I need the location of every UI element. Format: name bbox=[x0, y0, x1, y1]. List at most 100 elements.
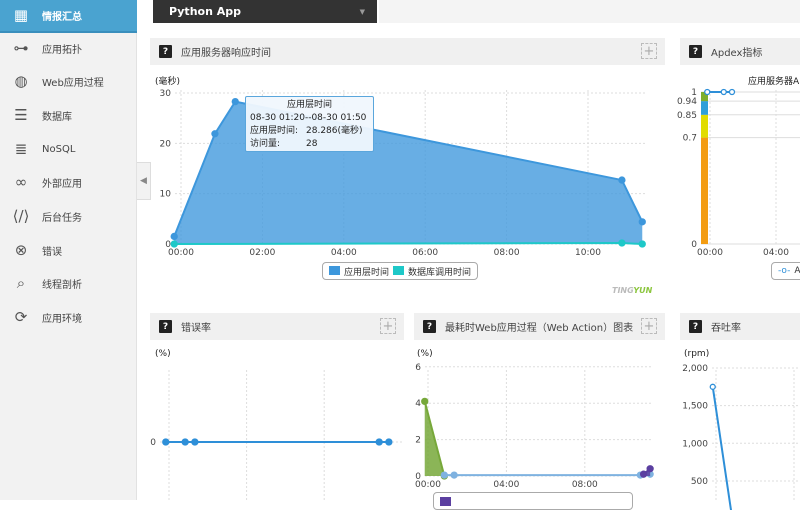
web-action-legend bbox=[433, 492, 633, 510]
tingyun-logo: TINGYUN bbox=[612, 286, 653, 295]
add-icon[interactable]: + bbox=[641, 43, 657, 59]
sidebar-item-label: 后台任务 bbox=[42, 213, 82, 224]
y-tick-label: 0.85 bbox=[677, 111, 697, 121]
data-point bbox=[162, 438, 170, 446]
apdex-band bbox=[701, 114, 708, 138]
sidebar-item-6[interactable]: ⟨/⟩ 后台任务 bbox=[0, 200, 137, 233]
link-icon: ∞ bbox=[14, 173, 28, 191]
thread-search-icon: ⌕ bbox=[16, 274, 26, 292]
data-point bbox=[191, 438, 199, 446]
response-legend: 应用层时间 数据库调用时间 bbox=[322, 262, 479, 280]
data-point bbox=[211, 130, 219, 138]
help-icon[interactable]: ? bbox=[689, 45, 702, 58]
panel-title: 错误率 bbox=[181, 323, 211, 334]
response-time-chart: 010203000:00 02:00 04:00 06:00 08:00 10:00 bbox=[160, 89, 646, 258]
y-tick-label: 0.94 bbox=[677, 97, 697, 107]
help-icon[interactable]: ? bbox=[159, 45, 172, 58]
data-point bbox=[618, 176, 626, 184]
sidebar-item-1[interactable]: ⊶ 应用拓扑 bbox=[0, 32, 137, 65]
tooltip-title: 应用层时间 bbox=[286, 100, 332, 110]
y-tick-label: 0 bbox=[150, 438, 156, 448]
sidebar-item-label: 应用拓扑 bbox=[42, 45, 82, 56]
y-tick-label: 1,500 bbox=[682, 402, 708, 412]
error-rate-panel-header: ? 错误率 + bbox=[150, 313, 404, 340]
panel-title: 应用服务器响应时间 bbox=[181, 48, 271, 59]
chart-tooltip: 应用层时间 08-30 01:20--08-30 01:50 应用层时间: 28.… bbox=[245, 96, 374, 152]
sidebar-item-7[interactable]: ⊗ 错误 bbox=[0, 234, 137, 267]
x-tick-label: 04:00 bbox=[493, 480, 519, 490]
sidebar-item-5[interactable]: ∞ 外部应用 bbox=[0, 166, 137, 199]
series-line bbox=[174, 241, 643, 245]
data-point bbox=[385, 438, 393, 446]
sidebar-item-label: 外部应用 bbox=[42, 179, 82, 190]
web-action-panel-header: ? 最耗时Web应用过程（Web Action）图表 + bbox=[414, 313, 665, 340]
y-tick-label: 500 bbox=[691, 477, 708, 487]
sidebar-item-3[interactable]: ☰ 数据库 bbox=[0, 99, 137, 132]
chevron-left-icon: ◀ bbox=[140, 176, 147, 186]
data-point bbox=[450, 471, 458, 479]
app-selector[interactable]: Python App ▼ bbox=[153, 0, 377, 23]
sidebar-item-4[interactable]: ≣ NoSQL bbox=[0, 133, 137, 166]
help-icon[interactable]: ? bbox=[423, 320, 436, 333]
sidebar-item-label: 错误 bbox=[42, 247, 62, 258]
sidebar-item-label: NoSQL bbox=[42, 144, 76, 155]
x-tick-label: 00:00 bbox=[697, 248, 723, 258]
sidebar-item-8[interactable]: ⌕ 线程剖析 bbox=[0, 267, 137, 300]
legend-item[interactable]: 数据库调用时间 bbox=[393, 265, 471, 278]
code-clipboard-icon: ⟨/⟩ bbox=[12, 207, 30, 225]
sidebar-item-label: 线程剖析 bbox=[42, 280, 82, 291]
throughput-panel-header: ? 吞吐率 bbox=[680, 313, 800, 340]
y-axis-unit: (%) bbox=[417, 349, 433, 359]
top-bar bbox=[379, 0, 800, 23]
data-point bbox=[709, 383, 716, 390]
sidebar-item-9[interactable]: ⟳ 应用环境 bbox=[0, 301, 137, 334]
y-axis-unit: (rpm) bbox=[684, 349, 710, 359]
data-point bbox=[646, 465, 654, 473]
data-point bbox=[421, 397, 429, 406]
y-tick-label: 30 bbox=[160, 89, 172, 99]
apdex-legend: -o- A bbox=[771, 262, 800, 280]
data-point bbox=[181, 438, 189, 446]
y-tick-label: 0.7 bbox=[683, 134, 697, 144]
panel-title: 最耗时Web应用过程（Web Action）图表 bbox=[445, 323, 634, 334]
data-point bbox=[639, 470, 648, 478]
apdex-band bbox=[701, 101, 708, 115]
x-tick-label: 00:00 bbox=[168, 248, 194, 258]
data-point bbox=[704, 88, 711, 96]
add-icon[interactable]: + bbox=[641, 318, 657, 334]
caret-down-icon: ▼ bbox=[359, 7, 365, 16]
environment-tray-icon: ⟳ bbox=[14, 308, 28, 326]
sidebar-item-label: 情报汇总 bbox=[42, 12, 82, 23]
response-time-panel-header: ? 应用服务器响应时间 + bbox=[150, 38, 665, 65]
tooltip-value: 28 bbox=[306, 139, 318, 149]
error-x-icon: ⊗ bbox=[14, 241, 28, 259]
list-icon: ≣ bbox=[14, 140, 28, 158]
error-rate-chart: 0 bbox=[150, 370, 404, 500]
globe-refresh-icon: ◍ bbox=[14, 72, 28, 90]
data-point bbox=[638, 240, 646, 248]
y-tick-label: 2,000 bbox=[682, 364, 708, 374]
apdex-panel-header: ? Apdex指标 bbox=[680, 38, 800, 65]
add-icon[interactable]: + bbox=[380, 318, 396, 334]
series-line bbox=[444, 473, 651, 477]
sidebar-collapse-button[interactable]: ◀ bbox=[137, 162, 151, 200]
y-tick-label: 1,000 bbox=[682, 439, 708, 449]
data-point bbox=[618, 239, 626, 247]
sidebar-item-label: Web应用过程 bbox=[42, 78, 104, 89]
sidebar-item-0[interactable]: ▦ 情报汇总 bbox=[0, 0, 137, 33]
y-tick-label: 1 bbox=[691, 88, 697, 98]
x-tick-label: 10:00 bbox=[575, 248, 601, 258]
data-point bbox=[638, 218, 646, 226]
help-icon[interactable]: ? bbox=[159, 320, 172, 333]
help-icon[interactable]: ? bbox=[689, 320, 702, 333]
legend-item[interactable]: 应用层时间 bbox=[329, 265, 389, 278]
x-tick-label: 08:00 bbox=[572, 480, 598, 490]
data-point bbox=[720, 88, 727, 96]
apdex-chart: 00.70.850.94100:00 04:00 bbox=[677, 88, 800, 258]
tooltip-value: 28.286(毫秒) bbox=[306, 126, 363, 136]
x-tick-label: 00:00 bbox=[415, 480, 441, 490]
sidebar-item-label: 应用环境 bbox=[42, 314, 82, 325]
x-tick-label: 04:00 bbox=[763, 248, 789, 258]
sidebar-item-2[interactable]: ◍ Web应用过程 bbox=[0, 65, 137, 98]
tooltip-range: 08-30 01:20--08-30 01:50 bbox=[250, 113, 367, 123]
